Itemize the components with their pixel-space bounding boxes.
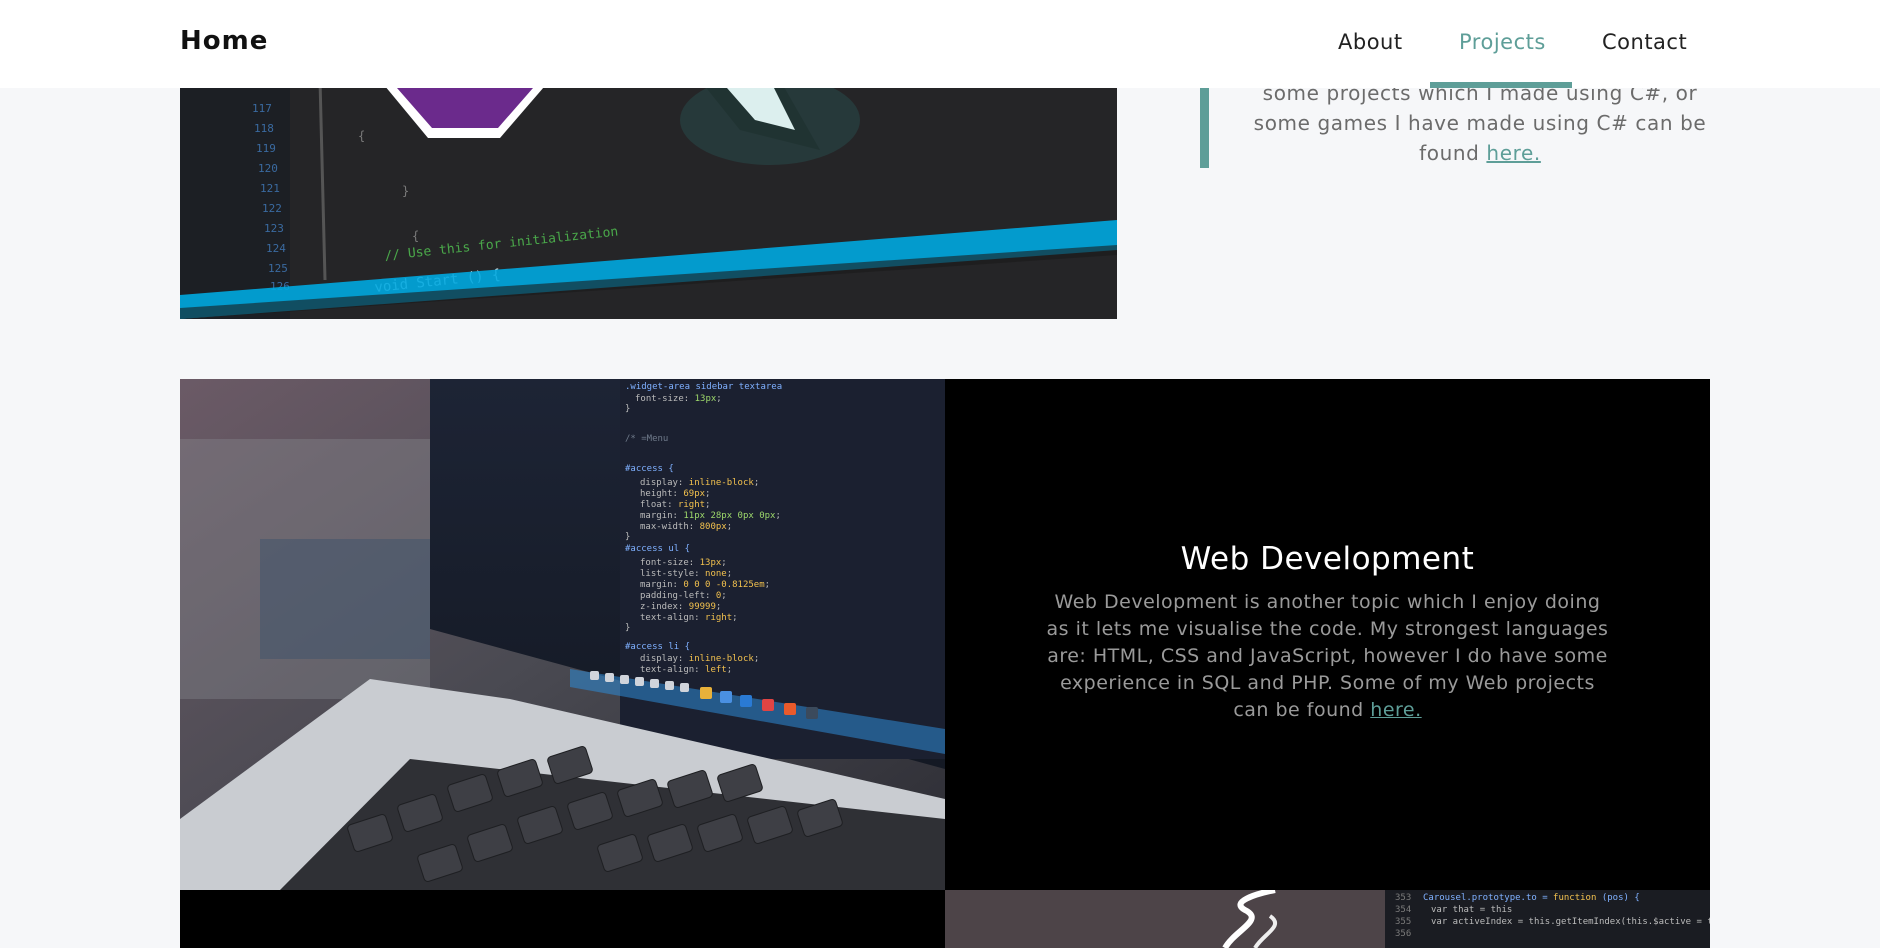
svg-text:355: 355 [1395,917,1411,927]
svg-text:margin: 11px 28px 0px 0px;: margin: 11px 28px 0px 0px; [640,511,781,521]
svg-text:353: 353 [1395,893,1411,903]
csharp-description-line-3: found here. [1250,138,1710,168]
next-section-panel [180,890,945,948]
svg-text:font-size: 13px;: font-size: 13px; [640,558,727,568]
svg-text:z-index: 99999;: z-index: 99999; [640,602,721,612]
csharp-description-line-2: some games I have made using C# can be [1253,111,1707,135]
csharp-description-prefix: found [1419,141,1487,165]
svg-text:height: 69px;: height: 69px; [640,489,710,499]
svg-text:list-style: none;: list-style: none; [640,569,732,579]
svg-text:Carousel.prototype.to = functi: Carousel.prototype.to = function (pos) { [1423,893,1640,903]
svg-text:text-align: right;: text-align: right; [640,613,738,623]
web-projects-link[interactable]: here. [1370,699,1421,721]
svg-text:356: 356 [1395,929,1411,939]
svg-text:118: 118 [254,122,274,135]
web-development-panel: Web Development Web Development is anoth… [945,379,1710,890]
svg-text:}: } [625,623,630,633]
svg-text:124: 124 [266,242,286,255]
svg-text:#access li {: #access li { [625,642,690,652]
nav-projects-link[interactable]: Projects [1459,30,1546,54]
svg-text:max-width: 800px;: max-width: 800px; [640,522,732,532]
svg-text:display: inline-block;: display: inline-block; [640,654,759,664]
svg-text:/* =Menu: /* =Menu [625,434,668,444]
svg-text:}: } [402,184,409,198]
home-brand-link[interactable]: Home [180,26,268,56]
svg-text:120: 120 [258,162,278,175]
active-nav-indicator [1430,82,1572,88]
svg-text:var activeIndex = this.getItem: var activeIndex = this.getItemIndex(this… [1431,917,1710,927]
svg-text:122: 122 [262,202,282,215]
svg-text:{: { [412,229,419,243]
svg-text:}: } [625,532,630,542]
web-development-text: Web Development is another topic which I… [1046,591,1609,721]
svg-text:#access {: #access { [625,464,674,474]
svg-text:margin: 0 0 0 -0.8125em;: margin: 0 0 0 -0.8125em; [640,580,770,590]
csharp-projects-link[interactable]: here. [1486,141,1540,165]
svg-text:117: 117 [252,102,272,115]
web-development-description: Web Development is another topic which I… [1045,589,1610,724]
java-code-image: 353 354 355 356 Carousel.prototype.to = … [945,890,1710,948]
svg-text:354: 354 [1395,905,1411,915]
svg-text:display: inline-block;: display: inline-block; [640,478,759,488]
navbar: Home About Projects Contact [0,0,1880,88]
csharp-description: some projects which I made using C#, or … [1250,78,1710,168]
svg-text:padding-left: 0;: padding-left: 0; [640,591,727,601]
nav-about-link[interactable]: About [1338,30,1403,54]
svg-text:text-align: left;: text-align: left; [640,665,732,675]
svg-text:font-size: 13px;: font-size: 13px; [635,394,722,404]
svg-text:var that = this: var that = this [1431,905,1512,915]
section-accent-bar [1200,88,1209,168]
svg-text:#access ul {: #access ul { [625,544,690,554]
svg-text:float: right;: float: right; [640,500,710,510]
laptop-css-code-image: .widget-area sidebar textarea font-size:… [180,379,945,890]
web-development-title: Web Development [1180,541,1475,577]
svg-text:}: } [625,404,630,414]
svg-text:.widget-area sidebar textarea: .widget-area sidebar textarea [625,382,782,392]
svg-text:{: { [358,129,365,143]
svg-text:123: 123 [264,222,284,235]
svg-text:121: 121 [260,182,280,195]
nav-contact-link[interactable]: Contact [1602,30,1687,54]
svg-text:119: 119 [256,142,276,155]
svg-text:125: 125 [268,262,288,275]
